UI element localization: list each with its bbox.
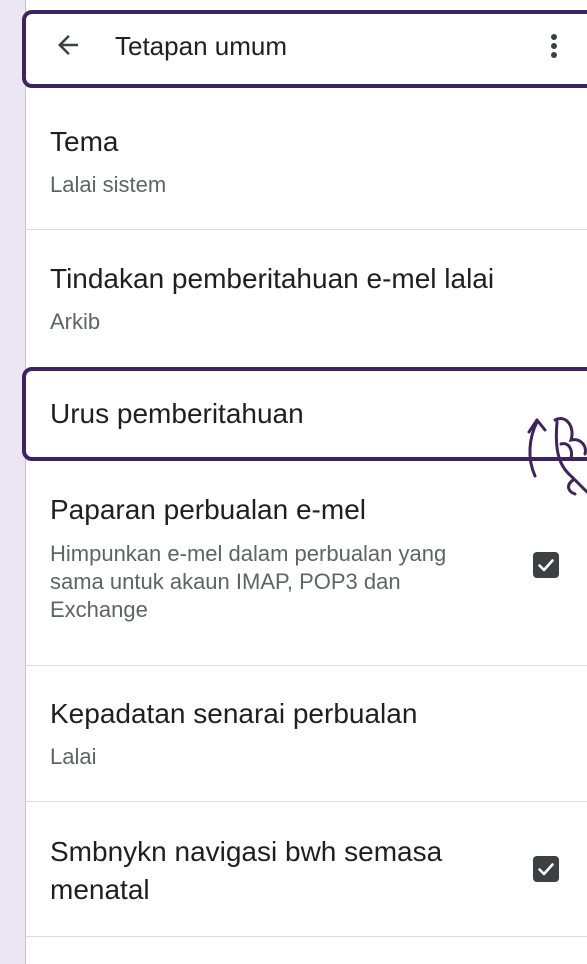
setting-conversation-list-density[interactable]: Kepadatan senarai perbualan Lalai — [26, 666, 587, 801]
setting-subtitle: Lalai sistem — [50, 172, 167, 197]
setting-hide-bottom-nav[interactable]: Smbnykn navigasi bwh semasa menatal — [26, 802, 587, 936]
back-button[interactable] — [53, 30, 83, 60]
setting-conversation-view[interactable]: Paparan perbualan e-mel Himpunkan e-mel … — [26, 460, 587, 665]
setting-default-notification-action[interactable]: Tindakan pemberitahuan e-mel lalai Arkib — [26, 230, 587, 366]
setting-title: Tindakan pemberitahuan e-mel lalai — [50, 263, 495, 294]
setting-title: Smbnykn navigasi bwh semasa menatal — [50, 836, 443, 905]
setting-manage-notifications[interactable]: Urus pemberitahuan — [26, 366, 587, 460]
setting-title: Urus pemberitahuan — [50, 398, 304, 429]
divider — [26, 936, 587, 937]
page-title: Tetapan umum — [115, 31, 287, 61]
app-bar: Tetapan umum — [26, 0, 587, 90]
setting-subtitle: Arkib — [50, 309, 101, 334]
conversation-view-checkbox[interactable] — [533, 552, 559, 578]
setting-theme[interactable]: Tema Lalai sistem — [26, 95, 587, 229]
arrow-left-icon — [58, 35, 78, 55]
setting-subtitle: Himpunkan e-mel dalam perbualan yang sam… — [50, 541, 447, 622]
more-options-button[interactable] — [541, 30, 567, 62]
setting-title: Tema — [50, 126, 119, 157]
setting-title: Paparan perbualan e-mel — [50, 494, 366, 525]
setting-subtitle: Lalai — [50, 744, 97, 769]
hide-bottom-nav-checkbox[interactable] — [533, 856, 559, 882]
settings-panel: Tetapan umum Tema Lalai sistem Tindakan … — [25, 0, 587, 964]
setting-title: Kepadatan senarai perbualan — [50, 698, 418, 729]
check-icon — [538, 559, 554, 572]
more-vertical-icon — [551, 34, 557, 58]
check-icon — [538, 863, 554, 876]
